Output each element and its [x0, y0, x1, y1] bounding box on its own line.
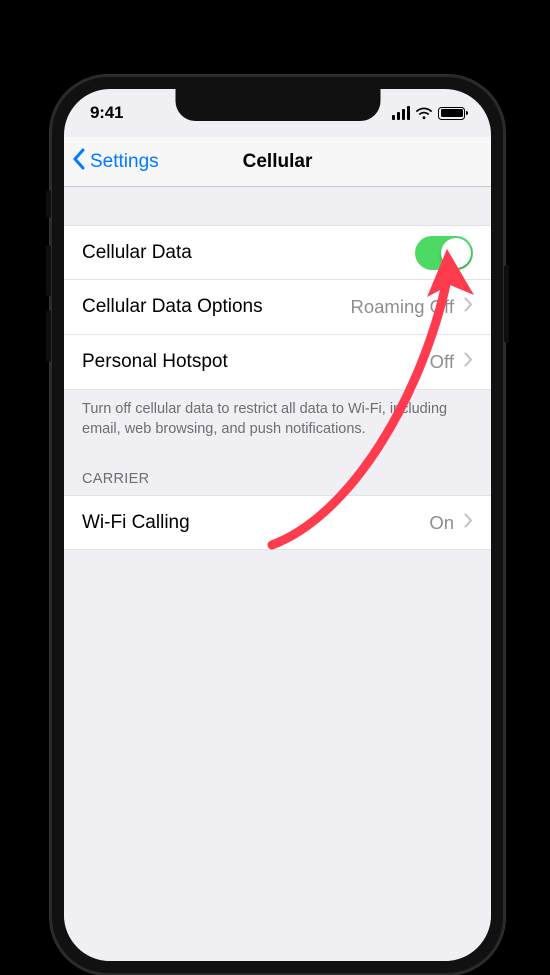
phone-frame: 9:41 Settings Cellular [50, 75, 505, 975]
status-indicators [392, 106, 466, 120]
chevron-left-icon [72, 148, 86, 176]
volume-up-button [46, 245, 51, 297]
cell-label: Cellular Data [82, 242, 192, 264]
cell-value: Roaming Off [350, 296, 454, 318]
row-cellular-data-options[interactable]: Cellular Data Options Roaming Off [64, 280, 491, 335]
section-footer: Turn off cellular data to restrict all d… [64, 390, 491, 453]
mute-switch [46, 190, 51, 218]
navigation-bar: Settings Cellular [64, 137, 491, 187]
battery-icon [438, 107, 465, 120]
cell-label: Wi-Fi Calling [82, 512, 190, 534]
cellular-signal-icon [392, 106, 411, 120]
volume-down-button [46, 310, 51, 362]
status-time: 9:41 [90, 103, 123, 123]
back-label: Settings [90, 151, 159, 173]
wifi-icon [415, 107, 433, 120]
chevron-right-icon [464, 512, 473, 534]
row-personal-hotspot[interactable]: Personal Hotspot Off [64, 335, 491, 390]
screen: 9:41 Settings Cellular [64, 89, 491, 961]
cellular-data-toggle[interactable] [415, 236, 473, 270]
toggle-knob [441, 238, 471, 268]
cell-label: Personal Hotspot [82, 351, 228, 373]
chevron-right-icon [464, 351, 473, 373]
chevron-right-icon [464, 296, 473, 318]
power-button [504, 265, 509, 343]
row-wifi-calling[interactable]: Wi-Fi Calling On [64, 495, 491, 550]
back-button[interactable]: Settings [64, 148, 159, 176]
cell-value: Off [430, 351, 454, 373]
settings-content[interactable]: Cellular Data Cellular Data Options Roam… [64, 187, 491, 961]
row-cellular-data[interactable]: Cellular Data [64, 225, 491, 280]
cell-value: On [429, 512, 454, 534]
notch [175, 89, 380, 121]
cell-label: Cellular Data Options [82, 296, 263, 318]
section-header-carrier: CARRIER [64, 453, 491, 495]
